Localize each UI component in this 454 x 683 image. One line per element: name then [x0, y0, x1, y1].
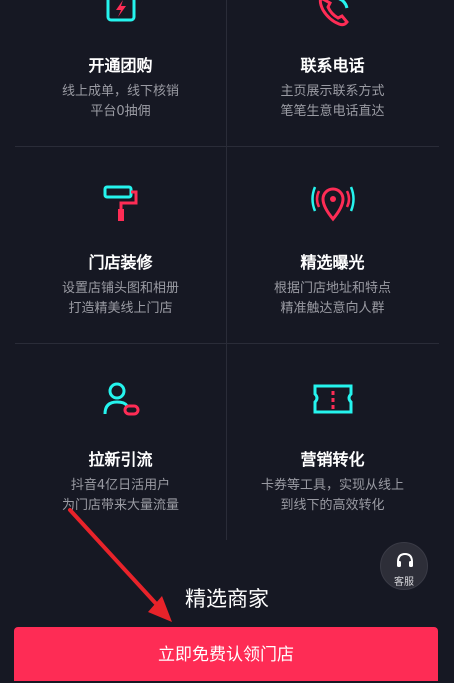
annotation-arrow — [68, 508, 172, 622]
